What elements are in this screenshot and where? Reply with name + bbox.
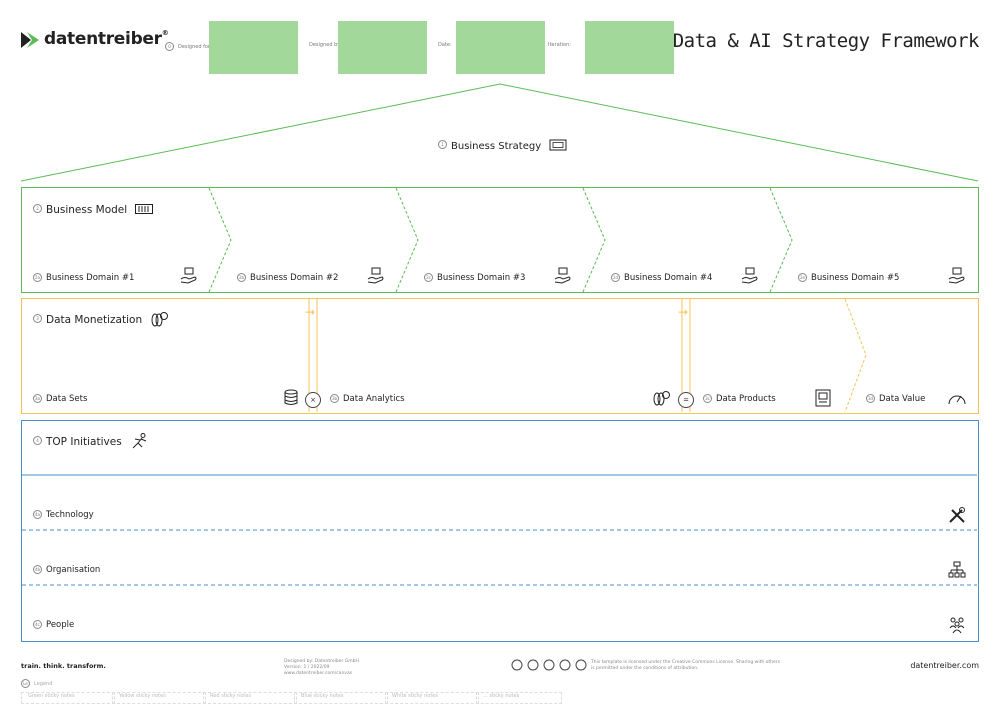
legend: Le Legend — [21, 679, 52, 688]
website-link[interactable]: datentreiber.com — [910, 661, 979, 670]
sticky-blue: Blue sticky notes — [294, 692, 388, 704]
section-number: 4 — [33, 436, 42, 445]
top-initiatives-dividers — [22, 474, 977, 586]
sticky-red: Red sticky notes — [203, 692, 297, 704]
sticky-other: ... sticky notes — [476, 692, 562, 704]
license-text: This template is licensed under the Crea… — [591, 660, 780, 671]
tools-icon — [949, 507, 965, 523]
people-icon — [949, 617, 965, 634]
top-initiatives-title: TOP Initiatives — [46, 436, 122, 448]
sticky-yellow: Yellow sticky notes — [112, 692, 206, 704]
people-label[interactable]: 4c People — [33, 620, 74, 630]
sticky-white: White sticky notes — [385, 692, 479, 704]
runner-icon — [132, 432, 146, 448]
org-chart-icon — [948, 561, 966, 578]
organisation-label[interactable]: 4b Organisation — [33, 565, 100, 575]
top-initiatives-header: 4 TOP Initiatives — [33, 430, 148, 449]
technology-label[interactable]: 4a Technology — [33, 510, 94, 520]
sticky-legend-row: Green sticky notes Yellow sticky notes R… — [21, 692, 562, 704]
tagline: train. think. transform. — [21, 662, 106, 670]
sticky-green: Green sticky notes — [21, 692, 115, 704]
credits: Designed by: Datentreiber GmbH Version: … — [284, 659, 359, 676]
creative-commons-icons — [511, 659, 587, 671]
